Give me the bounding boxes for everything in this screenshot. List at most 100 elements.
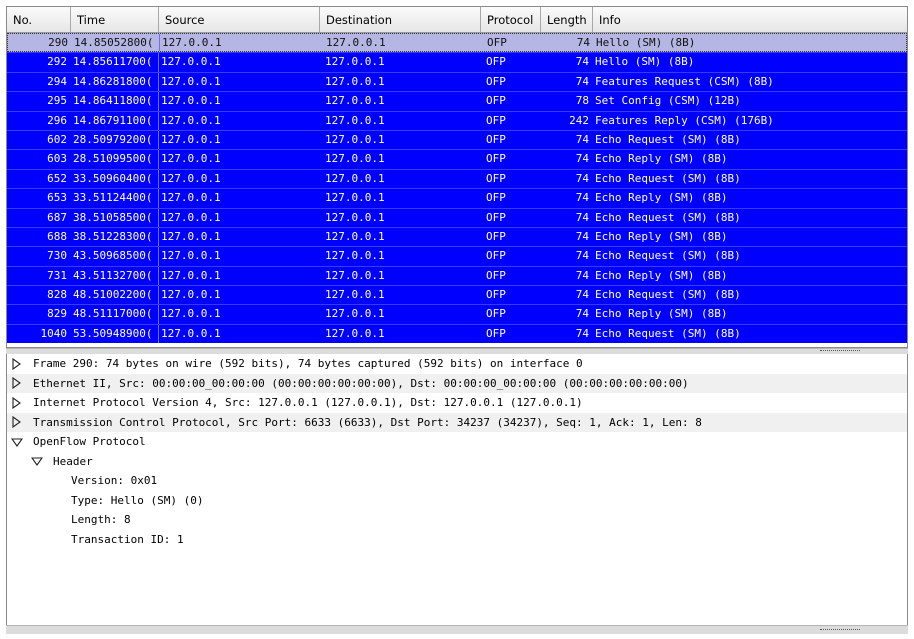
packet-row[interactable]: 828 48.51002200(127.0.0.1 127.0.0.1 OFP 74 Ec… <box>7 285 907 305</box>
packet-row[interactable]: 294 14.86281800(127.0.0.1 127.0.0.1 OFP 74 Fe… <box>7 71 907 92</box>
packet-cell-protocol: OFP <box>486 152 506 166</box>
packet-cell-time: 14.86791100( <box>71 111 159 130</box>
packet-cell-length: 74 <box>575 288 589 302</box>
packet-cell-info: Echo Reply (SM) (8B) <box>595 152 728 166</box>
triangle-right-icon[interactable] <box>11 416 25 429</box>
packet-cell-protocol: OFP <box>486 288 506 302</box>
packet-cell-no: 296 <box>47 113 67 127</box>
packet-row[interactable]: 603 28.51099500(127.0.0.1 127.0.0.1 OFP 74 Ec… <box>7 149 907 169</box>
packet-cell-no: 603 <box>47 152 67 166</box>
packet-cell-destination: 127.0.0.1 <box>325 288 385 302</box>
packet-cell-info: Echo Reply (SM) (8B) <box>595 229 728 243</box>
packet-row[interactable]: 731 43.51132700(127.0.0.1 127.0.0.1 OFP 74 Ec… <box>7 265 907 286</box>
packet-cell-time: 14.86411800( <box>71 92 159 111</box>
tree-label-transaction-id: Transaction ID: 1 <box>71 532 184 546</box>
triangle-down-icon[interactable] <box>11 436 25 448</box>
packet-cell-info: Echo Reply (SM) (8B) <box>595 307 728 321</box>
column-header-time[interactable]: Time <box>71 7 159 32</box>
tree-item-transaction-id[interactable]: Transaction ID: 1 <box>7 530 907 550</box>
packet-row[interactable]: 602 28.50979200(127.0.0.1 127.0.0.1 OFP 74 Ec… <box>7 129 907 150</box>
packet-row[interactable]: 829 48.51117000(127.0.0.1 127.0.0.1 OFP 74 Ec… <box>7 304 907 324</box>
packet-cell-destination: 127.0.0.1 <box>325 210 385 224</box>
packet-cell-time: 14.85611700( <box>71 53 159 72</box>
column-header-info[interactable]: Info <box>593 7 907 32</box>
tree-item-length[interactable]: Length: 8 <box>7 510 907 530</box>
tree-item-type[interactable]: Type: Hello (SM) (0) <box>7 491 907 511</box>
bottom-splitter[interactable] <box>6 625 908 634</box>
packet-cell-destination: 127.0.0.1 <box>325 229 385 243</box>
packet-row[interactable]: 730 43.50968500(127.0.0.1 127.0.0.1 OFP 74 Ec… <box>7 246 907 266</box>
tree-item-ip[interactable]: Internet Protocol Version 4, Src: 127.0.… <box>7 393 907 413</box>
packet-cell-no: 829 <box>47 307 67 321</box>
packet-cell-source: 127.0.0.1 <box>161 152 221 166</box>
packet-cell-length: 74 <box>575 132 589 146</box>
column-header-length[interactable]: Length <box>541 7 593 32</box>
column-header-no[interactable]: No. <box>7 7 71 32</box>
packet-cell-time: 53.50948900( <box>71 324 159 344</box>
tree-label-openflow: OpenFlow Protocol <box>33 435 146 448</box>
tree-item-header[interactable]: Header <box>7 452 907 472</box>
packet-cell-destination: 127.0.0.1 <box>325 55 385 69</box>
packet-row[interactable]: 687 38.51058500(127.0.0.1 127.0.0.1 OFP 74 Ec… <box>7 207 907 227</box>
packet-cell-source: 127.0.0.1 <box>161 74 221 88</box>
packet-row[interactable]: 1040 53.50948900(127.0.0.1 127.0.0.1 OFP 74 E… <box>7 323 907 344</box>
packet-cell-length: 78 <box>575 94 589 108</box>
packet-cell-info: Hello (SM) (8B) <box>596 36 696 49</box>
packet-row[interactable]: 295 14.86411800(127.0.0.1 127.0.0.1 OFP 78 Se… <box>7 91 907 111</box>
packet-cell-time: 14.86281800( <box>71 72 159 92</box>
packet-cell-time: 14.85052800( <box>72 34 160 52</box>
packet-cell-info: Echo Request (SM) (8B) <box>595 171 741 185</box>
packet-details-pane[interactable]: Frame 290: 74 bytes on wire (592 bits), … <box>6 354 908 625</box>
packet-cell-source: 127.0.0.1 <box>161 326 221 340</box>
packet-cell-destination: 127.0.0.1 <box>325 132 385 146</box>
packet-cell-protocol: OFP <box>486 210 506 224</box>
packet-cell-source: 127.0.0.1 <box>162 36 222 49</box>
tree-item-ethernet[interactable]: Ethernet II, Src: 00:00:00_00:00:00 (00:… <box>7 373 907 393</box>
packet-row[interactable]: 290 14.85052800(127.0.0.1 127.0.0.1 OFP 74 He… <box>7 33 907 53</box>
column-header-source[interactable]: Source <box>159 7 320 32</box>
triangle-right-icon[interactable] <box>11 357 25 370</box>
packet-row[interactable]: 653 33.51124400(127.0.0.1 127.0.0.1 OFP 74 Ec… <box>7 188 907 208</box>
triangle-right-icon[interactable] <box>11 377 25 390</box>
splitter-grip[interactable] <box>820 629 860 632</box>
packet-cell-time: 48.51002200( <box>71 286 159 305</box>
packet-cell-source: 127.0.0.1 <box>161 268 221 282</box>
packet-cell-destination: 127.0.0.1 <box>325 152 385 166</box>
packet-cell-length: 74 <box>575 268 589 282</box>
packet-row[interactable]: 688 38.51228300(127.0.0.1 127.0.0.1 OFP 74 Ec… <box>7 226 907 247</box>
packet-cell-time: 43.50968500( <box>71 247 159 266</box>
tree-item-version[interactable]: Version: 0x01 <box>7 471 907 491</box>
packet-list[interactable]: No. Time Source Destination Protocol Len… <box>6 6 908 348</box>
packet-cell-time: 43.51132700( <box>71 266 159 286</box>
packet-cell-destination: 127.0.0.1 <box>325 113 385 127</box>
packet-cell-protocol: OFP <box>486 229 506 243</box>
packet-cell-info: Hello (SM) (8B) <box>595 55 695 69</box>
tree-label-type: Type: Hello (SM) (0) <box>71 493 204 507</box>
packet-cell-destination: 127.0.0.1 <box>325 249 385 263</box>
packet-row[interactable]: 292 14.85611700(127.0.0.1 127.0.0.1 OFP 74 He… <box>7 52 907 72</box>
packet-row[interactable]: 296 14.86791100(127.0.0.1 127.0.0.1 OFP 242 F… <box>7 110 907 130</box>
packet-cell-protocol: OFP <box>486 113 506 127</box>
packet-cell-time: 38.51058500( <box>71 208 159 227</box>
packet-row[interactable]: 652 33.50960400(127.0.0.1 127.0.0.1 OFP 74 Ec… <box>7 168 907 189</box>
packet-cell-info: Echo Reply (SM) (8B) <box>595 191 728 205</box>
tree-item-tcp[interactable]: Transmission Control Protocol, Src Port:… <box>7 412 907 432</box>
tree-item-openflow[interactable]: OpenFlow Protocol <box>7 432 907 452</box>
packet-cell-protocol: OFP <box>486 74 506 88</box>
triangle-down-icon[interactable] <box>31 455 45 467</box>
splitter-grip[interactable] <box>820 350 860 353</box>
packet-cell-destination: 127.0.0.1 <box>326 36 386 49</box>
column-header-destination[interactable]: Destination <box>320 7 481 32</box>
packet-cell-protocol: OFP <box>486 94 506 108</box>
triangle-right-icon[interactable] <box>11 396 25 409</box>
packet-cell-no: 294 <box>47 74 67 88</box>
packet-cell-length: 74 <box>575 171 589 185</box>
packet-cell-source: 127.0.0.1 <box>161 171 221 185</box>
packet-cell-source: 127.0.0.1 <box>161 210 221 224</box>
tree-item-frame[interactable]: Frame 290: 74 bytes on wire (592 bits), … <box>7 354 907 374</box>
column-header-protocol[interactable]: Protocol <box>481 7 541 32</box>
packet-cell-info: Echo Request (SM) (8B) <box>595 326 741 340</box>
packet-cell-protocol: OFP <box>486 132 506 146</box>
packet-cell-no: 730 <box>47 249 67 263</box>
packet-cell-destination: 127.0.0.1 <box>325 94 385 108</box>
